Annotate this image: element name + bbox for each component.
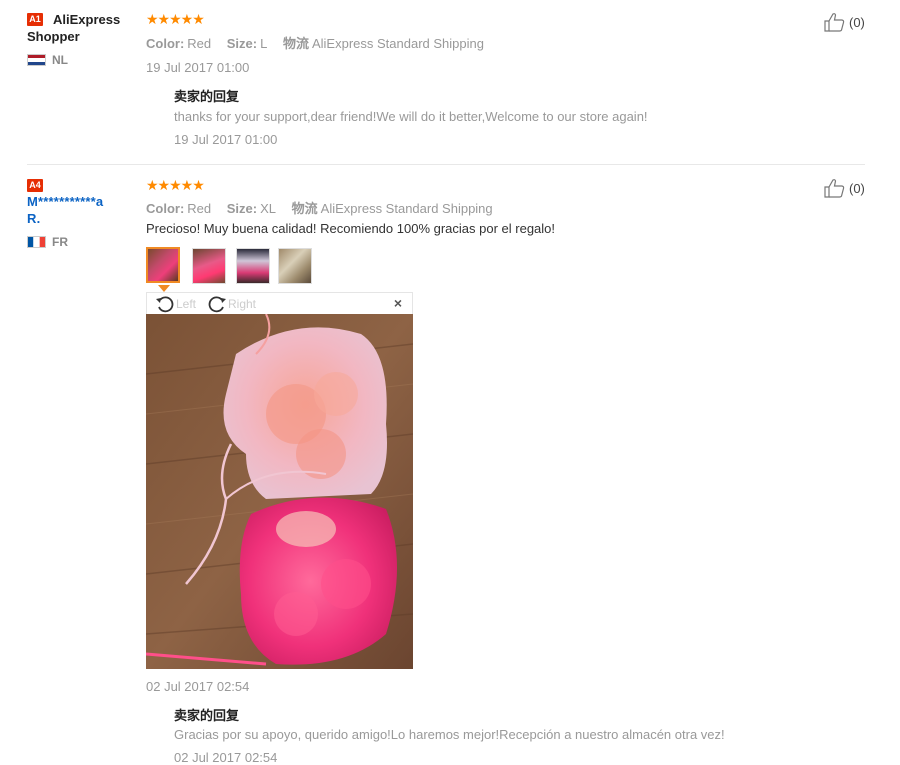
- color-label: Color:: [146, 201, 185, 216]
- review-photo-thumb[interactable]: [146, 247, 180, 283]
- review-divider: [27, 164, 865, 165]
- rotate-right-button[interactable]: Right: [207, 295, 256, 313]
- helpful-count: (0): [849, 180, 865, 196]
- color-label: Color:: [146, 36, 185, 51]
- rotate-right-label: Right: [228, 297, 257, 311]
- seller-reply-title: 卖家的回复: [174, 708, 240, 723]
- thumbs-up-icon: [824, 179, 845, 198]
- helpful-button[interactable]: (0): [824, 178, 865, 198]
- reply-date: 02 Jul 2017 02:54: [174, 750, 278, 765]
- review-photo-thumb[interactable]: [236, 248, 270, 284]
- reviewer-name[interactable]: M***********a R.: [27, 193, 147, 227]
- fr-flag-icon: [27, 236, 46, 248]
- review-photo-large: [146, 314, 413, 669]
- thumb-pointer-icon: [158, 285, 170, 292]
- color-value: Red: [187, 36, 212, 51]
- thumbs-up-icon: [824, 13, 845, 32]
- star-rating: ★★★★★: [146, 11, 205, 27]
- reviewer-name: AliExpress Shopper: [27, 12, 121, 44]
- review-photo-thumb[interactable]: [192, 248, 226, 284]
- seller-reply-text: thanks for your support,dear friend!We w…: [174, 109, 648, 124]
- seller-reply-text: Gracias por su apoyo, querido amigo!Lo h…: [174, 727, 725, 742]
- size-label: Size:: [226, 201, 258, 216]
- helpful-count: (0): [849, 14, 865, 30]
- reviewer-name-line1: M***********a: [27, 194, 104, 209]
- rotate-left-button[interactable]: Left: [155, 295, 196, 313]
- review-comment: Precioso! Muy buena calidad! Recomiendo …: [146, 221, 556, 236]
- rotate-left-icon: [156, 296, 174, 313]
- close-viewer-button[interactable]: ×: [394, 295, 402, 311]
- size-value: L: [260, 36, 268, 51]
- logistics-label: 物流: [282, 36, 309, 51]
- size-label: Size:: [226, 36, 258, 51]
- color-value: Red: [187, 201, 212, 216]
- review-date: 02 Jul 2017 02:54: [146, 679, 250, 694]
- logistics-value: AliExpress Standard Shipping: [311, 36, 484, 51]
- review-photo-thumb[interactable]: [278, 248, 312, 284]
- seller-reply-title: 卖家的回复: [174, 89, 240, 104]
- logistics-label: 物流: [291, 201, 318, 216]
- star-rating: ★★★★★: [146, 177, 205, 193]
- size-value: XL: [260, 201, 277, 216]
- nl-flag-icon: [27, 54, 46, 66]
- reviewer-country: NL: [52, 53, 68, 67]
- reply-date: 19 Jul 2017 01:00: [174, 132, 278, 147]
- logistics-value: AliExpress Standard Shipping: [320, 201, 493, 216]
- helpful-button[interactable]: (0): [824, 12, 865, 32]
- order-info: Color: Red Size: L 物流 AliExpress Standard S…: [146, 33, 496, 52]
- rotate-left-label: Left: [176, 297, 197, 311]
- reviewer-country: FR: [52, 235, 68, 249]
- buyer-level-badge: A4: [27, 179, 43, 192]
- photo-viewer-toolbar: Left Right ×: [146, 292, 413, 314]
- review-date: 19 Jul 2017 01:00: [146, 60, 250, 75]
- reviewer-name-line2: R.: [27, 211, 41, 226]
- rotate-right-icon: [208, 296, 226, 313]
- order-info: Color: Red Size: XL 物流 AliExpress Standard …: [146, 198, 505, 217]
